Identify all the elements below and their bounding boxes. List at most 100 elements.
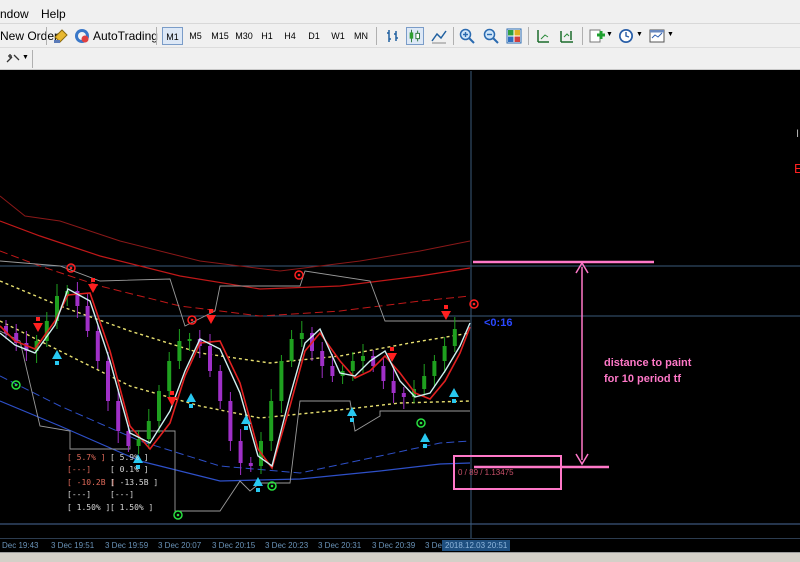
annotation-box-text: 0 / 89 / 1.13475	[458, 468, 514, 477]
drawing-tools-icon[interactable]	[4, 50, 22, 68]
right-edge-label-2: E	[794, 161, 800, 176]
candle-body	[116, 401, 121, 431]
toolbar-separator	[32, 50, 33, 68]
stat-right-4: [---]	[110, 490, 135, 499]
auto-trading-icon	[75, 29, 89, 43]
candle-body	[218, 371, 223, 401]
time-axis: Dec 19:43 3 Dec 19:51 3 Dec 19:59 3 Dec …	[0, 538, 800, 552]
toolbar-separator	[376, 27, 377, 45]
candle-body	[95, 331, 100, 361]
stat-right-1: [ 5.9% ]	[110, 453, 149, 462]
menu-help[interactable]: Help	[41, 7, 66, 21]
stat-right-3: [ -13.5B ]	[110, 478, 159, 487]
upper-band	[0, 220, 471, 290]
metaeditor-icon[interactable]	[52, 27, 70, 45]
indicators-icon[interactable]	[588, 27, 606, 45]
annotation-line-1: distance to paint	[604, 357, 692, 369]
templates-icon[interactable]	[648, 27, 666, 45]
indicators-dropdown-icon[interactable]: ▼	[606, 31, 613, 38]
drawing-tools-dropdown-icon[interactable]: ▼	[22, 54, 29, 61]
time-tick: 3 Dec 20:23	[265, 541, 309, 550]
candle-body	[391, 381, 396, 393]
autoscroll-icon[interactable]	[558, 27, 576, 45]
stat-right-5: [ 1.50% ]	[110, 503, 154, 512]
toolbar-separator	[156, 27, 157, 45]
candlestick-icon[interactable]	[406, 27, 424, 45]
candle-body	[85, 306, 90, 331]
time-tick: 3 Dec 20:07	[158, 541, 202, 550]
bar-chart-icon[interactable]	[384, 27, 402, 45]
tf-w1[interactable]: W1	[328, 27, 348, 45]
candle-body	[187, 339, 192, 341]
upper-dashed-band	[0, 250, 471, 317]
candle-body	[452, 329, 457, 346]
candle-body	[361, 356, 365, 361]
current-time-label: 2018.12.03 20:51	[442, 540, 511, 551]
stat-left-1: [ 5.7% ]	[67, 453, 106, 462]
mid-lower-dotted-band	[0, 320, 471, 419]
toolbar-separator	[582, 27, 583, 45]
tf-m30[interactable]: M30	[232, 27, 256, 45]
zoom-in-icon[interactable]	[458, 27, 476, 45]
candle-body	[442, 346, 447, 361]
candle-body	[279, 361, 284, 401]
candle-body	[381, 366, 386, 381]
periods-clock-icon[interactable]	[617, 27, 635, 45]
time-tick: 3 Dec 19:59	[105, 541, 149, 550]
standard-toolbar: New Order AutoTrading M1 M5 M15 M30 H1 H…	[0, 24, 800, 48]
toolbar-separator	[46, 27, 47, 45]
templates-dropdown-icon[interactable]: ▼	[667, 31, 674, 38]
time-tick: 3 Dec 20:15	[212, 541, 256, 550]
tf-d1[interactable]: D1	[304, 27, 324, 45]
mid-upper-dotted-band	[0, 280, 471, 364]
line-chart-icon[interactable]	[430, 27, 448, 45]
menu-window[interactable]: ndow	[0, 7, 29, 21]
menu-bar: ndow Help	[0, 0, 800, 24]
periods-dropdown-icon[interactable]: ▼	[636, 31, 643, 38]
down-arrows	[33, 278, 451, 406]
time-tick: 3 Dec 19:51	[51, 541, 95, 550]
annotation-text: distance to paint for 10 period tf	[604, 355, 691, 387]
candle-body	[269, 401, 274, 441]
candle-body	[248, 463, 253, 466]
stat-left-3: [ -10.2B ]	[67, 478, 116, 487]
right-edge-label-1: I	[796, 128, 800, 140]
tf-mn[interactable]: MN	[351, 27, 371, 45]
new-order-button[interactable]: New Order	[0, 26, 58, 46]
price-chart[interactable]: I E <0:16 distance to paint for 10 perio…	[0, 71, 800, 538]
candle-body	[157, 391, 161, 421]
stat-left-5: [ 1.50% ]	[67, 503, 111, 512]
tf-h4[interactable]: H4	[280, 27, 300, 45]
candle-body	[330, 366, 335, 376]
annotation-line-2: for 10 period tf	[604, 373, 682, 385]
candle-body	[299, 333, 304, 339]
time-tick: 3 Dec 20:31	[318, 541, 362, 550]
status-bar	[0, 552, 800, 562]
candle-body	[228, 401, 233, 441]
auto-trading-button[interactable]: AutoTrading	[74, 26, 158, 46]
candle-body	[432, 361, 437, 376]
tf-m1[interactable]: M1	[162, 27, 183, 45]
stat-left-2: [---]	[67, 465, 92, 474]
candle-body	[401, 393, 406, 397]
candle-body	[136, 439, 141, 446]
toolbar-separator	[453, 27, 454, 45]
candle-body	[106, 361, 110, 401]
candle-body	[167, 361, 172, 391]
candle-body	[289, 339, 294, 361]
candle-body	[238, 441, 243, 463]
tf-m15[interactable]: M15	[208, 27, 232, 45]
stat-right-2: [ 0.1% ]	[110, 465, 149, 474]
line-studies-toolbar: ▼	[0, 48, 800, 70]
bar-countdown-timer: <0:16	[484, 317, 513, 329]
time-tick: Dec 19:43	[2, 541, 39, 550]
tf-h1[interactable]: H1	[257, 27, 277, 45]
tf-m5[interactable]: M5	[185, 27, 206, 45]
candle-body	[350, 361, 355, 371]
chart-shift-icon[interactable]	[534, 27, 552, 45]
time-tick: 3 Dec 20:39	[372, 541, 416, 550]
tile-windows-icon[interactable]	[505, 27, 523, 45]
candle-body	[146, 421, 151, 439]
toolbar-separator	[528, 27, 529, 45]
zoom-out-icon[interactable]	[482, 27, 500, 45]
